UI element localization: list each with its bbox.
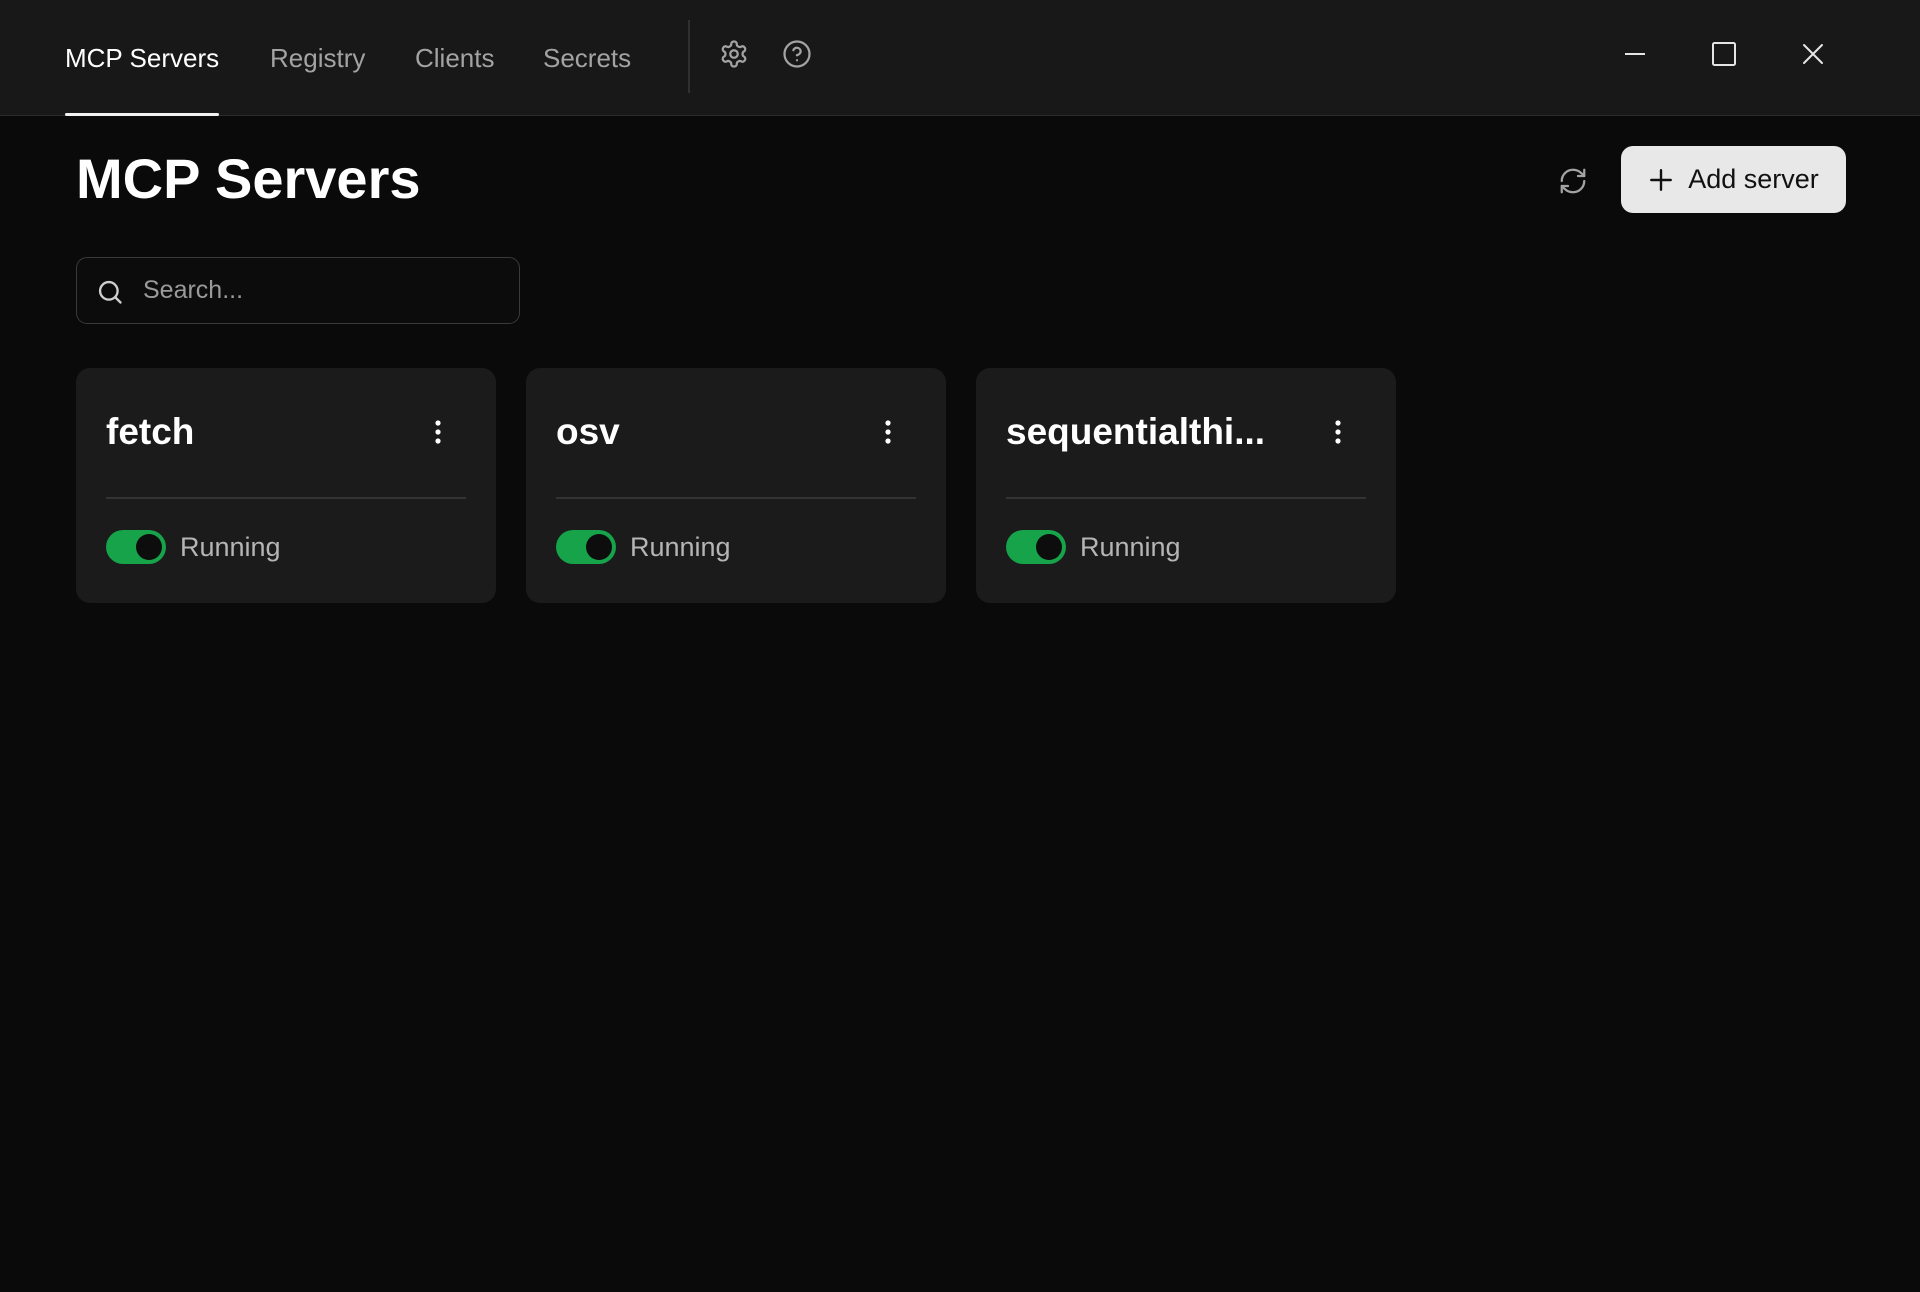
- tab-mcp-servers[interactable]: MCP Servers: [65, 0, 220, 116]
- close-icon[interactable]: [1797, 38, 1829, 70]
- minimize-icon[interactable]: [1619, 38, 1651, 70]
- server-toggle[interactable]: [1006, 530, 1066, 564]
- card-divider: [556, 497, 916, 499]
- refresh-icon[interactable]: [1553, 161, 1593, 201]
- card-divider: [1006, 497, 1366, 499]
- title-bar: MCP Servers Registry Clients Secrets: [0, 0, 1920, 116]
- tab-registry[interactable]: Registry: [270, 0, 365, 116]
- search-input[interactable]: [143, 258, 503, 322]
- search-box: [76, 257, 520, 324]
- server-toggle[interactable]: [106, 530, 166, 564]
- tab-secrets[interactable]: Secrets: [543, 0, 631, 116]
- status-label: Running: [1080, 532, 1181, 562]
- more-vertical-icon[interactable]: [424, 416, 452, 448]
- help-circle-icon[interactable]: [781, 38, 813, 70]
- page-title: MCP Servers: [76, 147, 421, 210]
- server-name: fetch: [106, 411, 195, 452]
- maximize-icon[interactable]: [1708, 38, 1740, 70]
- search-icon: [96, 278, 124, 306]
- plus-icon: [1648, 167, 1674, 193]
- server-card: fetch Running: [76, 368, 496, 603]
- server-card: osv Running: [526, 368, 946, 603]
- server-toggle[interactable]: [556, 530, 616, 564]
- add-server-button[interactable]: Add server: [1621, 146, 1846, 213]
- card-divider: [106, 497, 466, 499]
- more-vertical-icon[interactable]: [874, 416, 902, 448]
- titlebar-divider: [688, 20, 690, 93]
- add-server-label: Add server: [1688, 164, 1819, 194]
- server-card: sequentialthi... Running: [976, 368, 1396, 603]
- gear-icon[interactable]: [718, 38, 750, 70]
- server-name: sequentialthi...: [1006, 411, 1266, 452]
- tab-clients[interactable]: Clients: [415, 0, 494, 116]
- status-label: Running: [630, 532, 731, 562]
- status-label: Running: [180, 532, 281, 562]
- more-vertical-icon[interactable]: [1324, 416, 1352, 448]
- app-window: MCP Servers Registry Clients Secrets MCP…: [0, 0, 1920, 1292]
- server-name: osv: [556, 411, 620, 452]
